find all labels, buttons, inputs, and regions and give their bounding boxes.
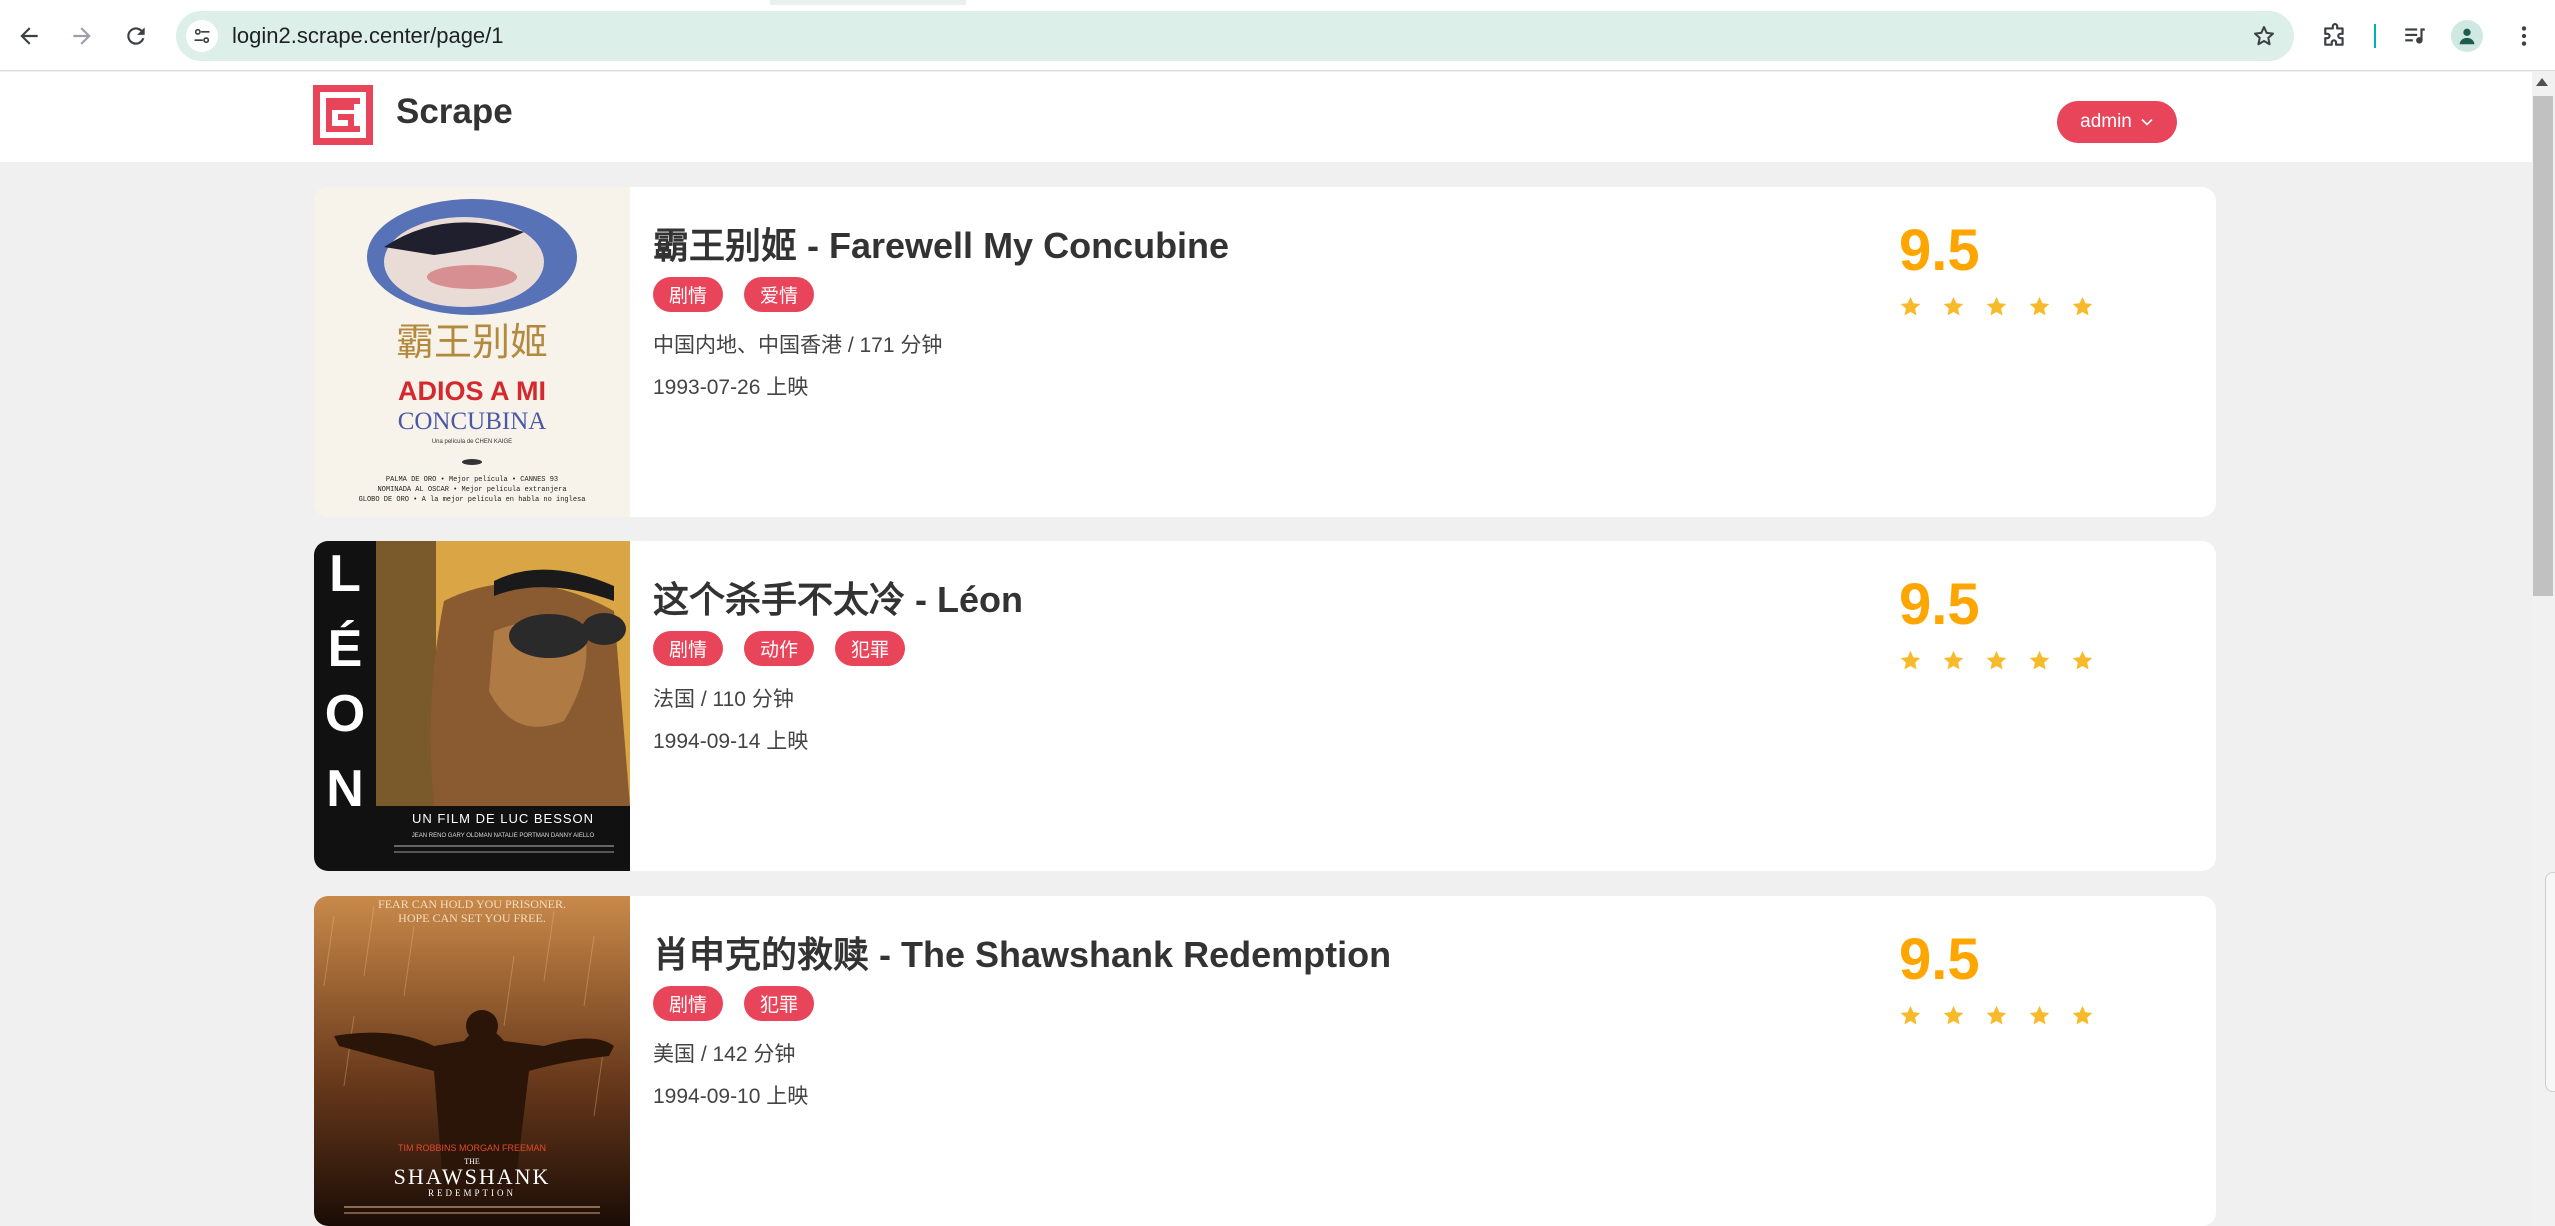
- arrow-left-icon: [20, 27, 38, 45]
- arrow-right-icon: [73, 27, 91, 45]
- browser-toolbar: login2.scrape.center/page/1: [0, 0, 2555, 71]
- star-icon: [1900, 650, 1921, 670]
- star-icon: [1943, 1005, 1964, 1025]
- puzzle-icon: [2324, 23, 2344, 46]
- svg-text:O: O: [325, 685, 365, 743]
- address-bar[interactable]: login2.scrape.center/page/1: [176, 11, 2294, 61]
- bookmark-button[interactable]: [2248, 20, 2280, 52]
- poster-text-cast: TIM ROBBINS MORGAN FREEMAN: [398, 1143, 546, 1153]
- movie-card: FEAR CAN HOLD YOU PRISONER. HOPE CAN SET…: [314, 896, 2216, 1226]
- svg-text:L: L: [329, 545, 361, 603]
- poster-text-shawshank: SHAWSHANK: [394, 1164, 551, 1189]
- poster-image-leon: L É O N UN FILM DE LUC BESSON JEAN RENO …: [314, 541, 630, 871]
- star-icon: [2029, 650, 2050, 670]
- star-outline-icon: [2254, 26, 2274, 46]
- profile-button[interactable]: [2451, 20, 2483, 52]
- star-icon: [1986, 296, 2007, 316]
- movie-title[interactable]: 肖申克的救赎 - The Shawshank Redemption: [653, 926, 1391, 978]
- star-icon: [2072, 1005, 2093, 1025]
- movie-tags: 剧情 犯罪: [653, 986, 815, 1021]
- movie-poster[interactable]: L É O N UN FILM DE LUC BESSON JEAN RENO …: [314, 541, 630, 871]
- genre-tag[interactable]: 犯罪: [744, 986, 815, 1021]
- poster-text-award-2: NOMINADA AL OSCAR • Mejor película extra…: [377, 486, 566, 494]
- poster-text-tagline-1: FEAR CAN HOLD YOU PRISONER.: [378, 897, 566, 911]
- genre-tag[interactable]: 剧情: [653, 277, 724, 312]
- genre-tag[interactable]: 爱情: [744, 277, 815, 312]
- site-name[interactable]: Scrape: [396, 92, 513, 132]
- browser-menu-button[interactable]: [2504, 16, 2544, 56]
- movie-score: 9.5: [1899, 572, 1980, 637]
- poster-text-award-1: PALMA DE ORO • Mejor película • CANNES 9…: [386, 476, 558, 484]
- star-icon: [1900, 296, 1921, 316]
- poster-text-title: ADIOS A MI: [398, 376, 546, 406]
- poster-image-farewell: 霸王别姬 ADIOS A MI CONCUBINA Una película d…: [314, 187, 630, 517]
- more-vertical-icon: [2521, 26, 2527, 46]
- movie-release-date: 1994-09-14 上映: [653, 730, 809, 753]
- movie-info: 中国内地、中国香港 / 171 分钟: [653, 334, 943, 357]
- media-control-button[interactable]: [2395, 16, 2435, 56]
- side-panel-handle[interactable]: [2545, 872, 2555, 1092]
- star-icon: [2029, 296, 2050, 316]
- movie-tags: 剧情 动作 犯罪: [653, 631, 906, 666]
- chevron-down-icon: [2141, 118, 2153, 126]
- poster-text-cn: 霸王别姬: [396, 320, 548, 364]
- poster-image-shawshank: FEAR CAN HOLD YOU PRISONER. HOPE CAN SET…: [314, 896, 630, 1226]
- star-icon: [2029, 1005, 2050, 1025]
- star-icon: [1943, 650, 1964, 670]
- star-rating: [1899, 1004, 2094, 1027]
- site-header: Scrape admin: [0, 72, 2532, 162]
- active-tab-edge: [770, 0, 966, 5]
- movie-tags: 剧情 爱情: [653, 277, 815, 312]
- star-icon: [2072, 296, 2093, 316]
- person-icon: [2459, 28, 2475, 45]
- extensions-button[interactable]: [2315, 16, 2355, 56]
- scrollbar-thumb[interactable]: [2533, 96, 2553, 596]
- movie-title[interactable]: 霸王别姬 - Farewell My Concubine: [653, 217, 1229, 269]
- movie-release-date: 1994-09-10 上映: [653, 1085, 809, 1108]
- movie-card: 霸王别姬 ADIOS A MI CONCUBINA Una película d…: [314, 187, 2216, 517]
- reload-icon: [127, 27, 145, 45]
- poster-text-tagline-2: HOPE CAN SET YOU FREE.: [398, 911, 546, 925]
- star-icon: [1986, 650, 2007, 670]
- back-button[interactable]: [9, 16, 49, 56]
- user-menu-button[interactable]: admin: [2057, 101, 2177, 143]
- svg-text:É: É: [328, 620, 363, 678]
- toolbar-divider: [2374, 24, 2376, 48]
- tune-icon: [194, 28, 210, 44]
- scroll-up-arrow-icon[interactable]: [2536, 78, 2548, 86]
- star-icon: [1986, 1005, 2007, 1025]
- poster-text-cast: JEAN RENO GARY OLDMAN NATALIE PORTMAN DA…: [412, 833, 595, 839]
- movie-release-date: 1993-07-26 上映: [653, 376, 809, 399]
- movie-info: 美国 / 142 分钟: [653, 1043, 796, 1066]
- site-info-button[interactable]: [186, 20, 218, 52]
- movie-info: 法国 / 110 分钟: [653, 688, 794, 711]
- movie-score: 9.5: [1899, 218, 1980, 283]
- genre-tag[interactable]: 动作: [744, 631, 815, 666]
- queue-music-icon: [2405, 28, 2425, 44]
- star-rating: [1899, 649, 2094, 672]
- genre-tag[interactable]: 剧情: [653, 631, 724, 666]
- movie-poster[interactable]: FEAR CAN HOLD YOU PRISONER. HOPE CAN SET…: [314, 896, 630, 1226]
- star-icon: [2072, 650, 2093, 670]
- genre-tag[interactable]: 剧情: [653, 986, 724, 1021]
- star-rating: [1899, 295, 2094, 318]
- forward-button[interactable]: [62, 16, 102, 56]
- movie-card: L É O N UN FILM DE LUC BESSON JEAN RENO …: [314, 541, 2216, 871]
- genre-tag[interactable]: 犯罪: [835, 631, 906, 666]
- poster-text-subtitle: CONCUBINA: [398, 408, 547, 435]
- url-text[interactable]: login2.scrape.center/page/1: [232, 23, 504, 49]
- scrape-logo-icon[interactable]: [313, 85, 373, 145]
- star-icon: [1900, 1005, 1921, 1025]
- poster-text-redemption: REDEMPTION: [428, 1188, 516, 1198]
- poster-text-credit: UN FILM DE LUC BESSON: [412, 811, 594, 826]
- reload-button[interactable]: [116, 16, 156, 56]
- movie-score: 9.5: [1899, 927, 1980, 992]
- star-icon: [1943, 296, 1964, 316]
- movie-title[interactable]: 这个杀手不太冷 - Léon: [653, 571, 1023, 623]
- poster-text-director: Una película de CHEN KAIGE: [432, 439, 512, 445]
- svg-text:N: N: [326, 760, 364, 818]
- movie-poster[interactable]: 霸王别姬 ADIOS A MI CONCUBINA Una película d…: [314, 187, 630, 517]
- user-menu-label: admin: [2080, 111, 2132, 132]
- poster-text-award-3: GLOBO DE ORO • A la mejor película en ha…: [359, 496, 586, 504]
